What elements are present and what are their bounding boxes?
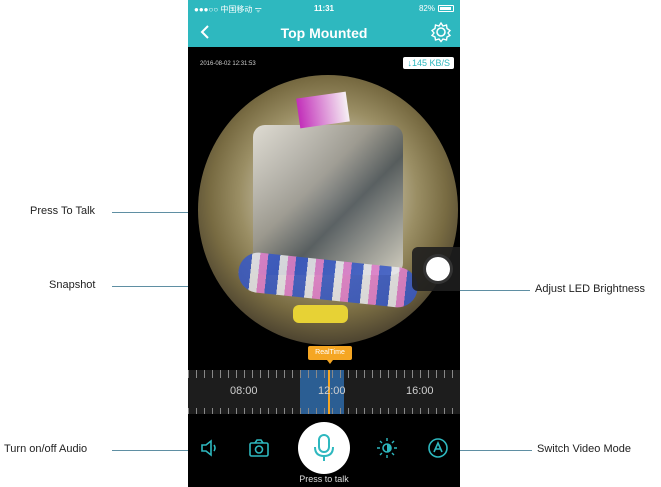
gear-icon[interactable] [430, 21, 452, 43]
nav-bar: Top Mounted [188, 17, 460, 47]
camera-icon[interactable] [247, 436, 271, 460]
callout-video-mode: Switch Video Mode [537, 443, 631, 455]
timeline-label-1600: 16:00 [406, 385, 434, 397]
video-view[interactable]: 2016-08-02 12:31:53 ↓145 KB/S [188, 47, 460, 370]
timeline[interactable]: 08:00 12:00 16:00 [188, 370, 460, 414]
talk-label: Press to talk [299, 474, 349, 484]
callout-press-to-talk: Press To Talk [30, 205, 96, 217]
status-bar: ●●●○○ 中国移动 ᯤ 11:31 82% [188, 0, 460, 17]
speed-badge: ↓145 KB/S [403, 57, 454, 69]
timeline-ticks-top [188, 370, 460, 378]
control-bar: Press to talk [188, 414, 460, 487]
timeline-label-0800: 08:00 [230, 385, 258, 397]
callout-snapshot: Snapshot [49, 279, 96, 291]
led-brightness-knob[interactable] [426, 257, 450, 281]
status-right: 82% [419, 4, 454, 13]
auto-mode-icon[interactable] [426, 436, 450, 460]
callout-line-audio [112, 450, 198, 451]
battery-icon [438, 5, 454, 12]
realtime-tag[interactable]: RealTime [308, 346, 352, 364]
battery-percent: 82% [418, 4, 435, 13]
led-brightness-control[interactable] [412, 247, 460, 291]
phone-screen: ●●●○○ 中国移动 ᯤ 11:31 82% Top Mounted 2016-… [188, 0, 460, 487]
microphone-icon [314, 434, 334, 461]
callout-audio: Turn on/off Audio [4, 443, 88, 455]
callout-led: Adjust LED Brightness [535, 283, 646, 295]
press-to-talk-button[interactable] [298, 422, 350, 474]
callout-line-video-mode [452, 450, 532, 451]
diagram-canvas: Press To Talk Snapshot Turn on/off Audio… [0, 0, 661, 487]
fisheye-poster [296, 91, 350, 129]
fisheye-room [253, 125, 403, 275]
brightness-icon[interactable] [375, 436, 399, 460]
page-title: Top Mounted [280, 25, 368, 41]
timeline-label-1200: 12:00 [318, 385, 346, 397]
video-timestamp: 2016-08-02 12:31:53 [200, 61, 256, 67]
fisheye-image [198, 75, 458, 345]
fisheye-shelf-yellow [293, 305, 348, 323]
speaker-icon[interactable] [198, 436, 222, 460]
